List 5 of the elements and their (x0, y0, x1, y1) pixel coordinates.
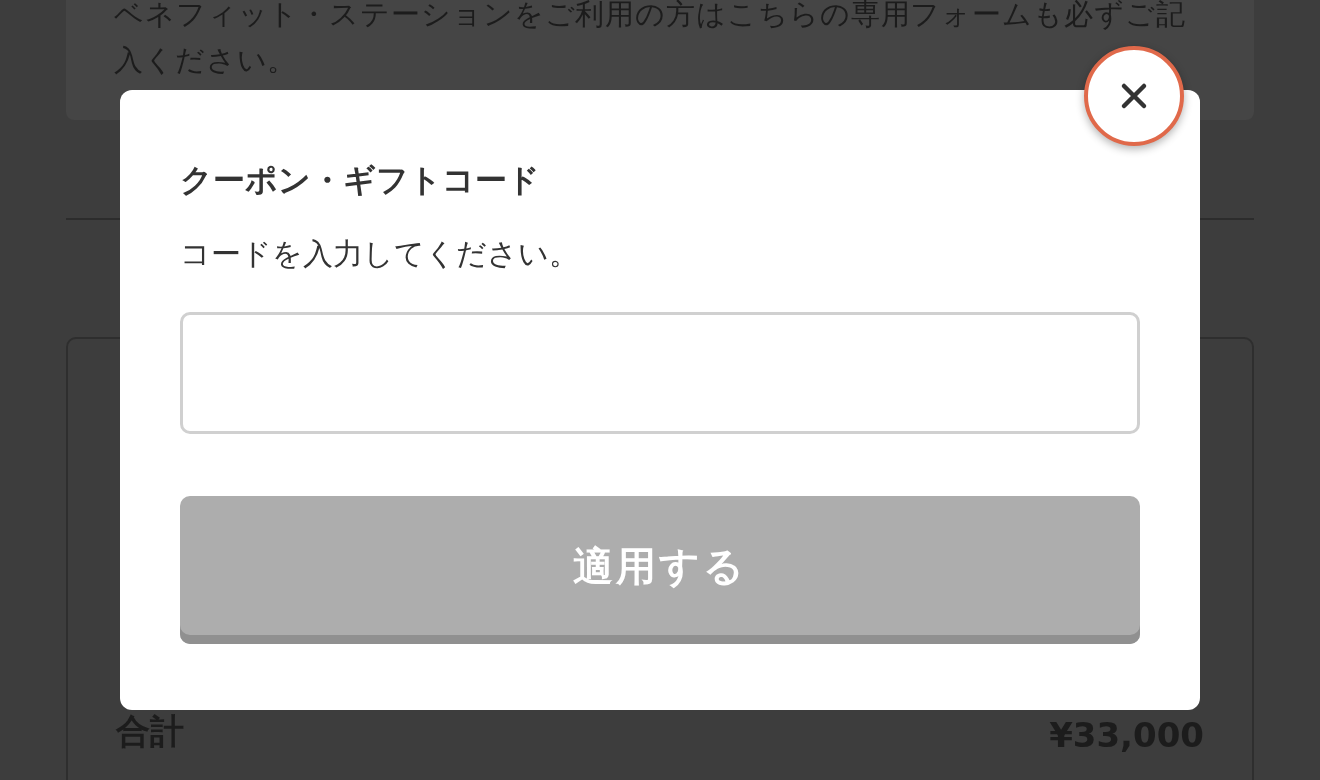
dialog-title: クーポン・ギフトコード (180, 160, 541, 201)
code-input-field[interactable] (180, 312, 1140, 434)
instruction-text: コードを入力してください。 (180, 235, 580, 273)
close-icon (1119, 81, 1149, 111)
close-button[interactable] (1084, 46, 1184, 146)
